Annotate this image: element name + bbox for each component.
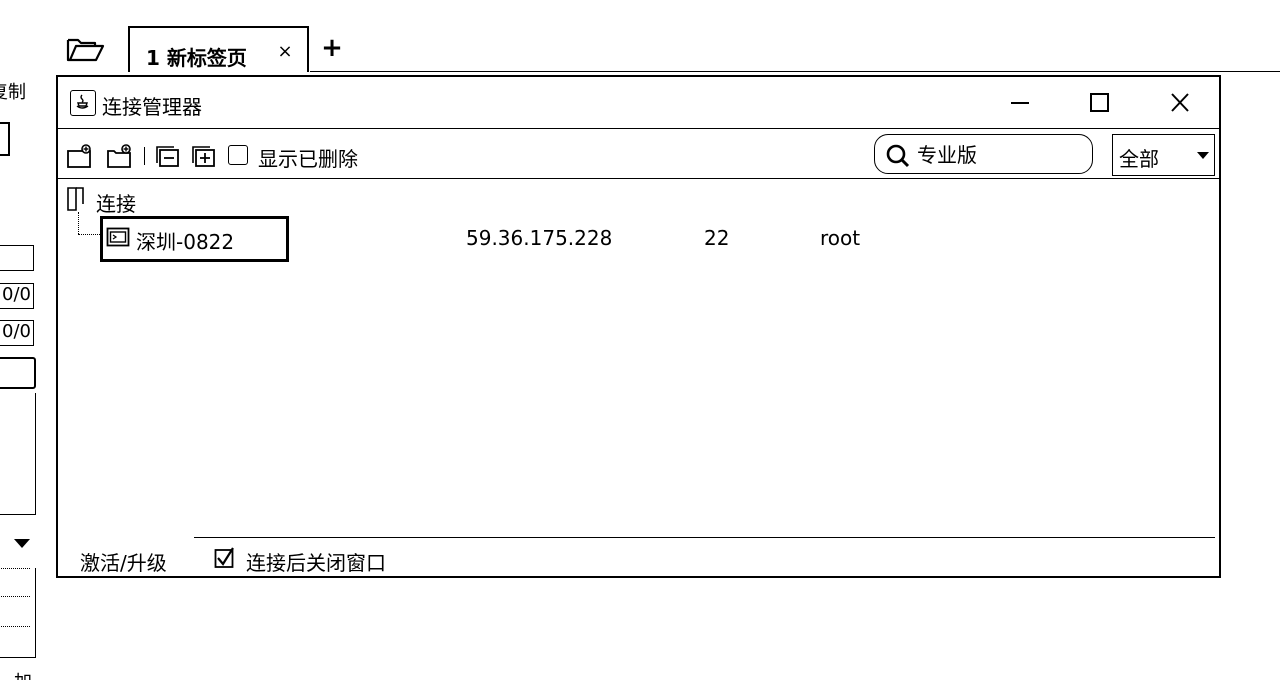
dialog-titlebar[interactable]: 连接管理器 (58, 77, 1219, 129)
chevron-down-icon (1197, 152, 1209, 159)
connection-manager-dialog: 连接管理器 显示已删除 专业版 全部 连接 深圳-0822 59.36.175.… (56, 75, 1221, 578)
connection-user: root (820, 226, 861, 250)
connection-tree: 连接 深圳-0822 59.36.175.228 22 root (58, 180, 1219, 530)
app-icon (70, 90, 96, 116)
show-deleted-checkbox[interactable] (228, 145, 248, 165)
activate-upgrade-link[interactable]: 激活/升级 (80, 547, 167, 576)
background-panel (0, 393, 36, 515)
toolbar-separator (144, 147, 145, 165)
search-input[interactable] (917, 141, 1087, 169)
close-icon[interactable] (1160, 85, 1200, 121)
tab-bar-divider (310, 71, 1280, 72)
tree-connector (78, 212, 79, 234)
background-label: 复制 (0, 82, 26, 103)
terminal-icon (106, 227, 130, 247)
minimize-icon[interactable] (1000, 85, 1040, 121)
filter-select-value: 全部 (1119, 147, 1159, 171)
list-divider (0, 568, 30, 569)
background-box (0, 122, 10, 156)
tab-bar: 1 新标签页 × + (56, 24, 1280, 72)
close-after-connect-label: 连接后关闭窗口 (246, 551, 386, 575)
new-connection-icon[interactable] (66, 143, 94, 169)
add-tab-icon[interactable]: + (320, 35, 344, 61)
connection-host: 59.36.175.228 (466, 226, 613, 250)
tree-connector (78, 234, 102, 235)
search-icon (885, 143, 911, 169)
background-app-strip: 复制 0/0 0/0 加 (0, 0, 56, 680)
tab-new[interactable]: 1 新标签页 × (128, 26, 309, 72)
dialog-title: 连接管理器 (102, 95, 202, 119)
folder-open-icon[interactable] (66, 36, 106, 64)
show-deleted-label: 显示已删除 (258, 147, 358, 171)
tree-root-label[interactable]: 连接 (96, 188, 136, 217)
close-after-connect-checkbox[interactable] (214, 547, 236, 569)
folder-icon[interactable] (66, 186, 86, 212)
new-folder-icon[interactable] (106, 143, 134, 169)
expand-all-icon[interactable] (190, 143, 218, 169)
list-divider (0, 626, 30, 627)
background-field[interactable] (0, 245, 34, 271)
background-field[interactable]: 0/0 (0, 320, 34, 346)
tab-label: 1 新标签页 (146, 46, 247, 70)
list-divider (0, 596, 30, 597)
maximize-icon[interactable] (1080, 85, 1120, 121)
collapse-all-icon[interactable] (154, 143, 182, 169)
background-button[interactable] (0, 357, 36, 389)
background-list (0, 568, 36, 658)
filter-select[interactable]: 全部 (1112, 134, 1215, 176)
tab-close-icon[interactable]: × (275, 42, 295, 62)
connection-port: 22 (704, 226, 730, 250)
search-box[interactable] (874, 134, 1093, 174)
connection-row[interactable]: 深圳-0822 59.36.175.228 22 root (100, 216, 1200, 262)
connection-name: 深圳-0822 (136, 230, 235, 254)
footer-divider (194, 537, 1215, 538)
dialog-toolbar: 显示已删除 全部 (58, 129, 1219, 179)
background-field[interactable]: 0/0 (0, 283, 34, 309)
dropdown-arrow-icon[interactable] (14, 539, 30, 548)
background-label: 加 (14, 668, 32, 680)
